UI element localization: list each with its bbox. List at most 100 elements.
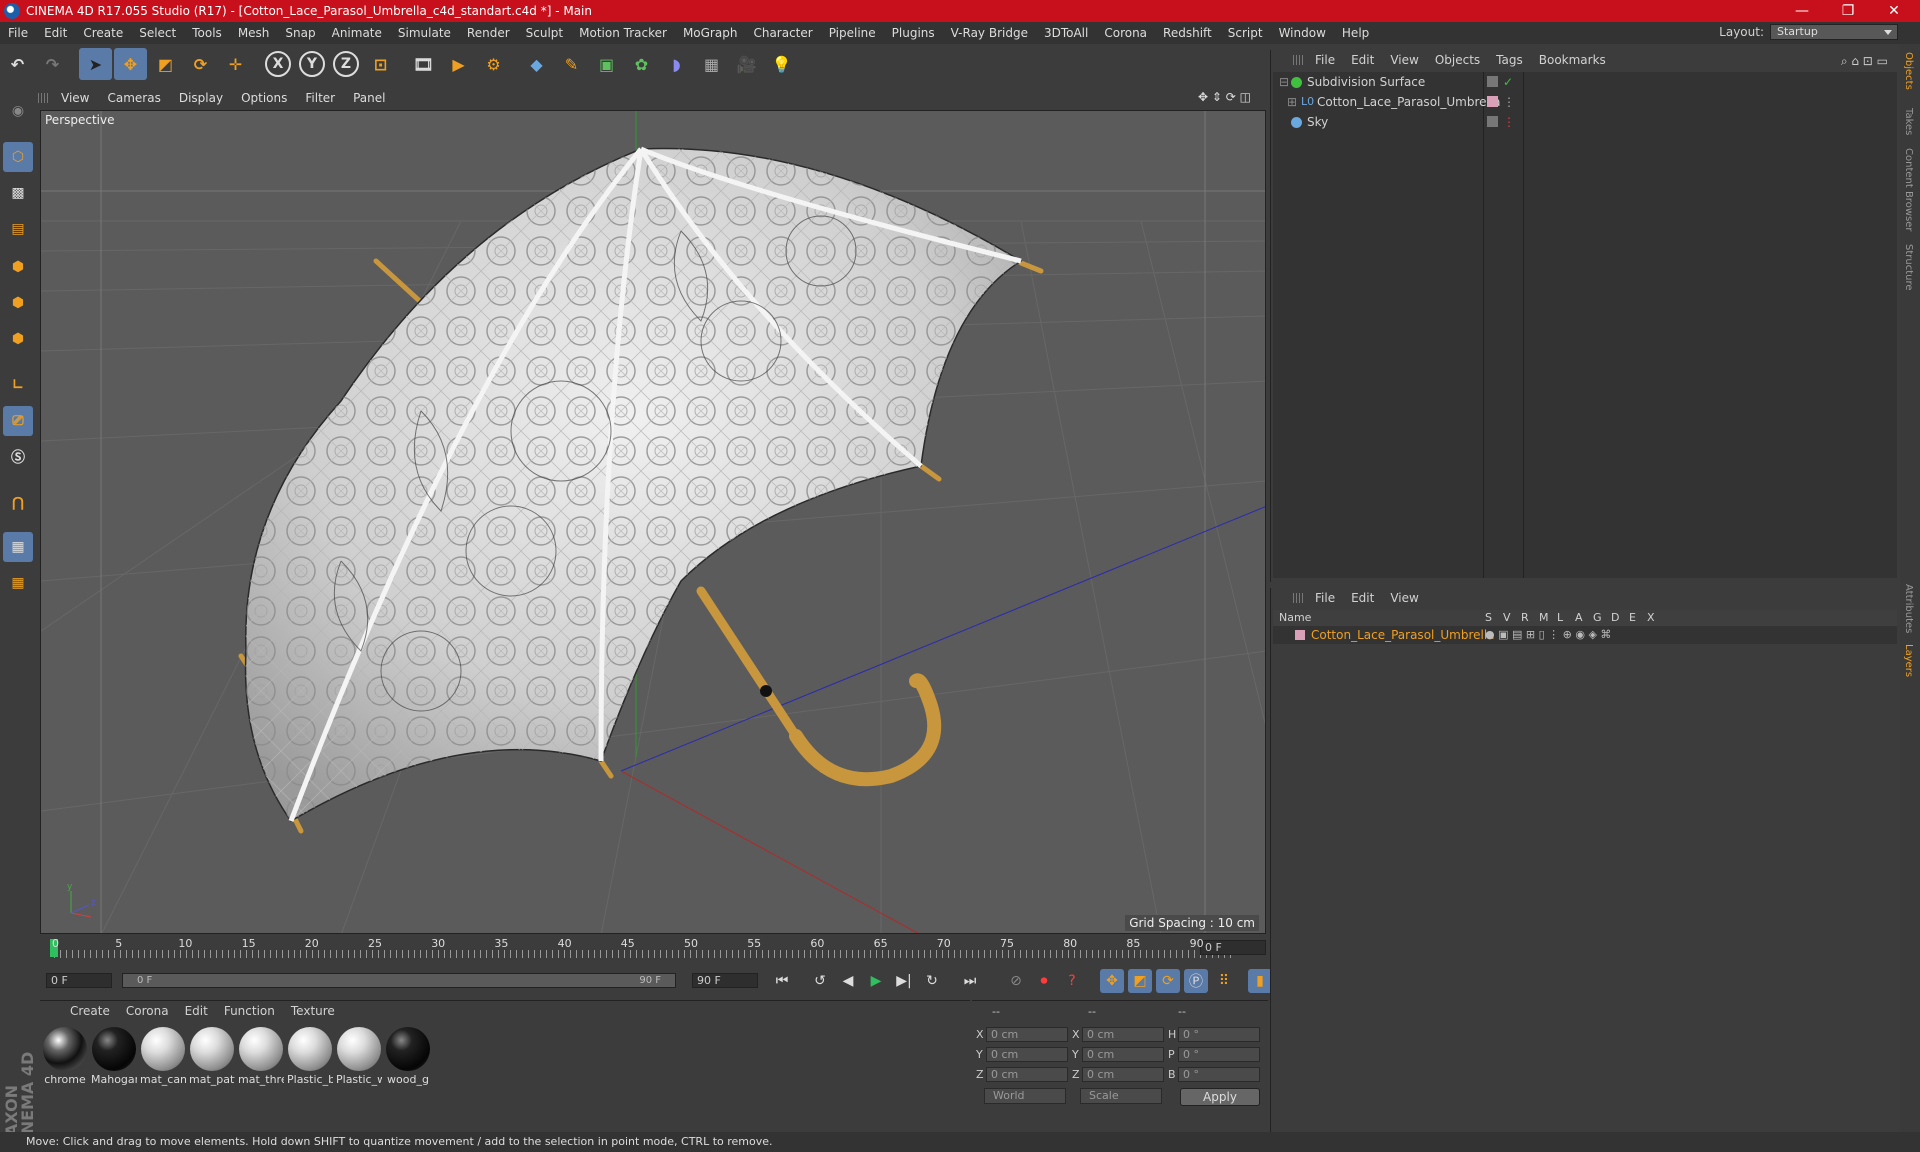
coord-position-field[interactable]: 0 cm [986,1047,1068,1062]
menu-redshift[interactable]: Redshift [1155,26,1220,40]
viewport-camera-label[interactable]: Perspective [45,113,115,127]
layer-column-g[interactable]: G [1593,610,1602,626]
coord-rotation-field[interactable]: 0 ° [1178,1027,1260,1042]
layer-color-swatch[interactable] [1295,630,1305,640]
layer-column-e[interactable]: E [1629,610,1636,626]
next-keyframe-icon[interactable]: ↻ [920,969,944,993]
menu-render[interactable]: Render [459,26,518,40]
layer-column-name[interactable]: Name [1279,610,1311,626]
layer-row[interactable]: Cotton_Lace_Parasol_Umbrella ● ▣ ▤ ⊞ ▯ ⋮… [1273,626,1897,644]
menu-3dtoall[interactable]: 3DToAll [1036,26,1096,40]
render-view-icon[interactable]: 🎞 [407,48,440,80]
close-icon[interactable]: ✕ [1872,0,1916,22]
layer-column-d[interactable]: D [1611,610,1619,626]
edges-mode-icon[interactable]: ⬢ [3,288,33,318]
menu-tools[interactable]: Tools [184,26,230,40]
coord-rotation-field[interactable]: 0 ° [1178,1047,1260,1062]
magnet-icon[interactable]: ⋂ [3,488,33,518]
material-menu-texture[interactable]: Texture [283,1004,343,1018]
coord-position-field[interactable]: 0 cm [986,1027,1068,1042]
play-icon[interactable]: ▶ [864,969,888,993]
side-tab-structure[interactable]: Structure [1903,244,1914,291]
scale-tool-icon[interactable]: ◩ [149,48,182,80]
floor-environment-icon[interactable]: ▦ [695,48,728,80]
z-axis-lock-icon[interactable]: Z [333,51,359,77]
material-menu-function[interactable]: Function [216,1004,283,1018]
layer-column-m[interactable]: M [1539,610,1549,626]
object-row-sky[interactable]: Sky ⋮ [1273,112,1897,132]
material-swatch[interactable]: chrome [42,1025,88,1086]
menu-edit[interactable]: Edit [36,26,75,40]
key-pla-icon[interactable]: ⠿ [1212,969,1236,993]
next-frame-icon[interactable]: ▶| [892,969,916,993]
side-tab-takes[interactable]: Takes [1903,108,1914,135]
viewport-menu-options[interactable]: Options [232,91,296,105]
layer-tag-icon[interactable] [1487,76,1498,87]
material-menu-corona[interactable]: Corona [118,1004,177,1018]
menu-mesh[interactable]: Mesh [230,26,278,40]
select-tool-icon[interactable]: ➤ [79,48,112,80]
viewport-menu-cameras[interactable]: Cameras [98,91,169,105]
menu-v-ray-bridge[interactable]: V-Ray Bridge [943,26,1036,40]
object-manager-search-icons[interactable]: ⌕ ⌂ ⊡ ▭ [1841,54,1888,69]
material-swatch[interactable]: Plastic_b [287,1025,333,1086]
undo-icon[interactable]: ↶ [1,48,34,80]
layer-column-r[interactable]: R [1521,610,1529,626]
layer-column-s[interactable]: S [1485,610,1492,626]
redo-icon[interactable]: ↷ [36,48,69,80]
material-swatch[interactable]: mat_thread [238,1025,284,1086]
size-mode-dropdown[interactable]: Scale [1080,1088,1162,1104]
layout-dropdown[interactable]: Startup [1770,24,1898,40]
menu-character[interactable]: Character [745,26,820,40]
coord-size-field[interactable]: 0 cm [1082,1027,1164,1042]
menu-motion-tracker[interactable]: Motion Tracker [571,26,675,40]
rotate-tool-icon[interactable]: ⟳ [184,48,217,80]
coord-size-field[interactable]: 0 cm [1082,1067,1164,1082]
menu-corona[interactable]: Corona [1096,26,1155,40]
previous-keyframe-icon[interactable]: ↺ [808,969,832,993]
current-frame-field[interactable]: 0 F [1200,940,1266,955]
viewport-menu-display[interactable]: Display [170,91,232,105]
layer-menu-edit[interactable]: Edit [1343,591,1382,605]
object-menu-edit[interactable]: Edit [1343,53,1382,67]
object-menu-tags[interactable]: Tags [1488,53,1531,67]
locked-workplane-icon[interactable]: ▦ [3,532,33,562]
menu-script[interactable]: Script [1220,26,1271,40]
material-menu-edit[interactable]: Edit [177,1004,216,1018]
coordinate-mode-dropdown[interactable]: World [984,1088,1066,1104]
apply-button[interactable]: Apply [1180,1088,1260,1106]
enabled-check-icon[interactable]: ✓ [1503,72,1513,92]
timeline-ruler[interactable]: 0 F 0 5 10 15 20 25 30 35 40 45 50 55 60 65 70 75 80 85 90 [40,936,1268,960]
viewport-menu-filter[interactable]: Filter [296,91,344,105]
range-slider[interactable]: 0 F 90 F [122,973,676,988]
timeline-window-icon[interactable]: ▮ [1248,969,1272,993]
planar-workplane-icon[interactable]: ▦ [3,568,33,598]
go-to-start-icon[interactable]: ⏮ [770,969,794,993]
pen-spline-icon[interactable]: ✎ [555,48,588,80]
cube-primitive-icon[interactable]: ◆ [520,48,553,80]
object-menu-file[interactable]: File [1307,53,1343,67]
tweak-mode-icon[interactable]: ⎚ [3,406,33,436]
array-cloner-icon[interactable]: ✿ [625,48,658,80]
viewport-nav-icons[interactable]: ✥ ⇕ ⟳ ◫ [1198,90,1251,104]
viewport-menu-panel[interactable]: Panel [344,91,394,105]
coordinate-system-icon[interactable]: ⊡ [364,48,397,80]
material-swatch[interactable]: mat_pattern [189,1025,235,1086]
material-swatch[interactable]: mat_cane [140,1025,186,1086]
side-tab-content-browser[interactable]: Content Browser [1903,148,1914,231]
key-rotation-icon[interactable]: ⟳ [1156,969,1180,993]
model-mode-icon[interactable]: ⬡ [3,142,33,172]
layer-color-icon[interactable] [1487,96,1498,107]
key-scale-icon[interactable]: ◩ [1128,969,1152,993]
menu-mograph[interactable]: MoGraph [675,26,746,40]
layer-menu-view[interactable]: View [1382,591,1426,605]
live-selection-icon[interactable]: ✛ [219,48,252,80]
light-icon[interactable]: 💡 [765,48,798,80]
object-row-umbrella[interactable]: ⊞ L0 Cotton_Lace_Parasol_Umbrella ⋮ [1273,92,1897,112]
layer-menu-file[interactable]: File [1307,591,1343,605]
menu-pipeline[interactable]: Pipeline [821,26,884,40]
make-editable-icon[interactable]: ◉ [3,96,33,126]
snapping-icon[interactable]: Ⓢ [3,442,33,472]
polygons-mode-icon[interactable]: ⬢ [3,324,33,354]
auto-keying-icon[interactable]: ⏺ [1032,969,1056,993]
